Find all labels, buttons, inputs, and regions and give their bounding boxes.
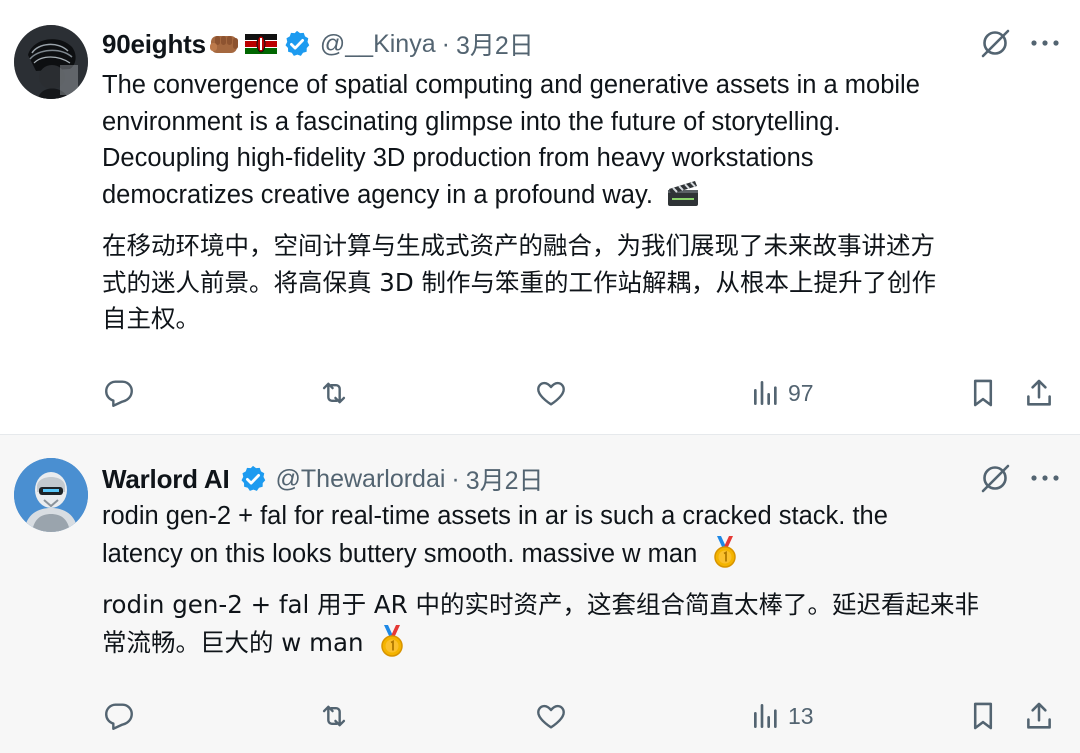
tweet-top-actions xyxy=(978,461,1060,495)
tweet-translation-line: 常流畅。巨大的 w man xyxy=(102,627,364,657)
tweet-translation-line: 在移动环境中，空间计算与生成式资产的融合，为我们展现了未来故事讲述方 xyxy=(102,231,935,260)
tweet-text-line: rodin gen-2 + fal for real-time assets i… xyxy=(102,502,888,530)
kenya-flag-emoji xyxy=(244,32,278,56)
avatar[interactable] xyxy=(14,25,88,99)
tweet-text: rodin gen-2 + fal for real-time assets i… xyxy=(102,498,1052,579)
reply-button[interactable] xyxy=(102,699,136,733)
like-button[interactable] xyxy=(534,699,568,733)
share-button[interactable] xyxy=(1022,376,1056,410)
author-name[interactable]: 90eights xyxy=(102,29,206,60)
tweet-top-actions xyxy=(978,26,1060,60)
tweet-header: 90eights @__Kinya · 3月2日 xyxy=(102,26,534,62)
action-bar: 97 xyxy=(102,376,1062,416)
separator-dot: · xyxy=(451,464,460,493)
more-icon[interactable] xyxy=(1030,39,1060,47)
views-count: 13 xyxy=(788,702,814,729)
views-button[interactable]: 97 xyxy=(750,376,814,410)
like-button[interactable] xyxy=(534,376,568,410)
more-icon[interactable] xyxy=(1030,474,1060,482)
tweet-text-line: latency on this looks buttery smooth. ma… xyxy=(102,539,698,568)
bookmark-icon xyxy=(973,379,993,407)
tweet[interactable]: 90eights @__Kinya · 3月2日 The convergence… xyxy=(0,0,1080,435)
tweet-translation: 在移动环境中，空间计算与生成式资产的融合，为我们展现了未来故事讲述方 式的迷人前… xyxy=(102,228,1052,338)
tweet-text: The convergence of spatial computing and… xyxy=(102,67,1052,218)
grok-icon[interactable] xyxy=(978,461,1012,495)
action-bar: 13 xyxy=(102,699,1062,739)
gold-medal-emoji xyxy=(710,535,740,580)
tweet-date[interactable]: 3月2日 xyxy=(456,26,534,62)
author-handle[interactable]: @Thewarlordai xyxy=(276,465,446,494)
verified-badge-icon xyxy=(238,464,268,494)
tweet-translation: rodin gen-2 + fal 用于 AR 中的实时资产，这套组合简直太棒了… xyxy=(102,587,1052,668)
tweet-translation-line: rodin gen-2 + fal 用于 AR 中的实时资产，这套组合简直太棒了… xyxy=(102,590,979,619)
reply-icon xyxy=(105,380,133,407)
author-handle[interactable]: @__Kinya xyxy=(320,30,436,59)
bookmark-button[interactable] xyxy=(966,699,1000,733)
verified-badge-icon xyxy=(282,29,312,59)
bookmark-icon xyxy=(973,702,993,730)
share-button[interactable] xyxy=(1022,699,1056,733)
views-icon xyxy=(754,381,777,405)
tweet-text-line: Decoupling high-fidelity 3D production f… xyxy=(102,144,814,172)
share-icon xyxy=(1027,379,1051,406)
author-name[interactable]: Warlord AI xyxy=(102,464,230,495)
like-icon xyxy=(537,704,565,729)
retweet-button[interactable] xyxy=(316,376,352,410)
gold-medal-emoji xyxy=(377,624,407,669)
tweet-translation-line: 自主权。 xyxy=(102,304,200,333)
clapper-board-emoji xyxy=(666,178,700,219)
reply-icon xyxy=(105,703,133,730)
tweet-text-line: democratizes creative agency in a profou… xyxy=(102,180,653,209)
fist-bump-emoji xyxy=(208,29,242,59)
tweet[interactable]: Warlord AI @Thewarlordai · 3月2日 rodin ge… xyxy=(0,435,1080,753)
separator-dot: · xyxy=(441,29,450,58)
grok-icon[interactable] xyxy=(978,26,1012,60)
avatar[interactable] xyxy=(14,458,88,532)
views-button[interactable]: 13 xyxy=(750,699,814,733)
views-count: 97 xyxy=(788,379,814,406)
like-icon xyxy=(537,381,565,406)
tweet-text-line: The convergence of spatial computing and… xyxy=(102,71,920,99)
retweet-icon xyxy=(322,382,346,404)
reply-button[interactable] xyxy=(102,376,136,410)
views-icon xyxy=(754,704,777,728)
retweet-button[interactable] xyxy=(316,699,352,733)
tweet-date[interactable]: 3月2日 xyxy=(466,461,544,497)
retweet-icon xyxy=(322,705,346,727)
tweet-header: Warlord AI @Thewarlordai · 3月2日 xyxy=(102,461,544,497)
bookmark-button[interactable] xyxy=(966,376,1000,410)
tweet-translation-line: 式的迷人前景。将高保真 3D 制作与笨重的工作站解耦，从根本上提升了创作 xyxy=(102,267,937,297)
share-icon xyxy=(1027,702,1051,729)
tweet-text-line: environment is a fascinating glimpse int… xyxy=(102,107,841,136)
